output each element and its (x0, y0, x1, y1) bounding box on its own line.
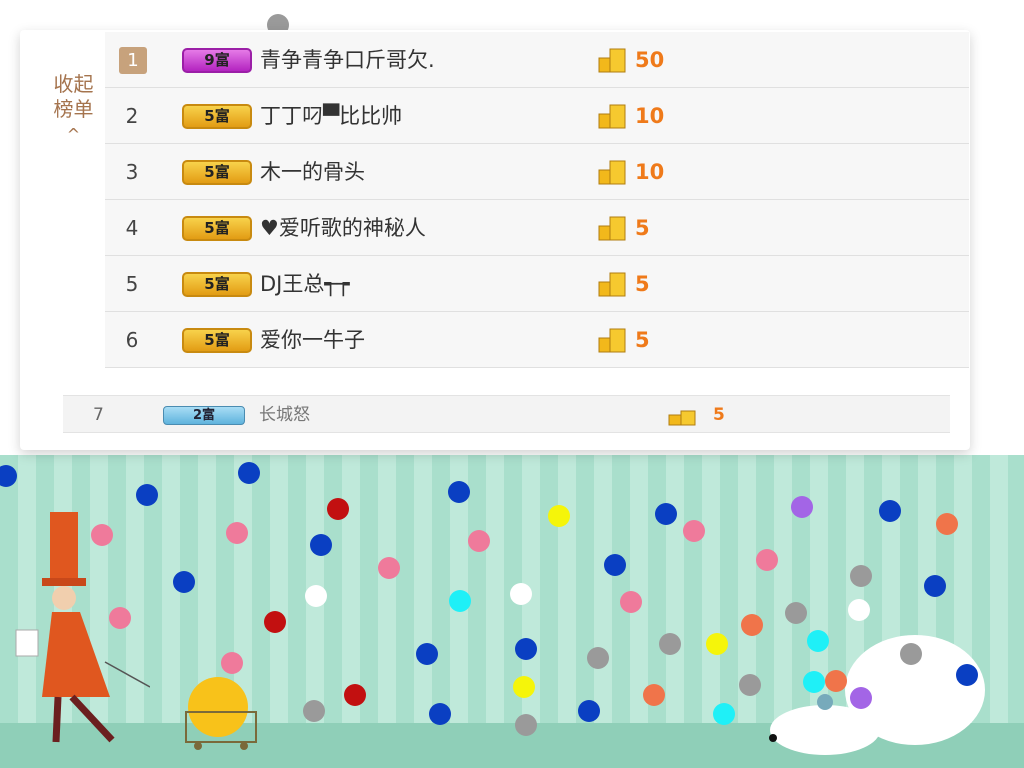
confetti-dot (221, 652, 243, 674)
confetti-dot (448, 481, 470, 503)
gift-amount: 10 (635, 104, 665, 128)
gift-amount: 5 (713, 405, 725, 425)
confetti-dot (659, 633, 681, 655)
collapse-leaderboard-button[interactable]: 收起 榜单 ^ (46, 72, 101, 147)
confetti-dot (515, 714, 537, 736)
confetti-dot (924, 575, 946, 597)
confetti-dot (807, 630, 829, 652)
table-row: 6 5富 爱你一牛子 5 (105, 312, 969, 368)
table-row: 3 5富 木一的骨头 10 (105, 144, 969, 200)
gift-amount: 5 (635, 216, 650, 240)
wealth-badge: 2富 (163, 406, 245, 425)
rank-number: 3 (125, 160, 139, 184)
confetti-dot (900, 643, 922, 665)
confetti-dot (264, 611, 286, 633)
chevron-up-icon: ^ (66, 125, 81, 144)
table-row: 7 2富 长城怒 5 (63, 395, 950, 433)
rank-number: 1 (119, 47, 147, 74)
confetti-dot (825, 670, 847, 692)
confetti-dot (655, 503, 677, 525)
rank-number: 2 (125, 104, 139, 128)
rank-number: 5 (125, 272, 139, 296)
collapse-label: 收起 榜单 (53, 72, 94, 121)
coin-stack-icon (598, 216, 626, 241)
confetti-dot (936, 513, 958, 535)
confetti-dot (956, 664, 978, 686)
confetti-dot (416, 643, 438, 665)
confetti-dot (173, 571, 195, 593)
wealth-badge: 5富 (182, 272, 252, 297)
confetti-dot (803, 671, 825, 693)
rank-number: 4 (125, 216, 139, 240)
user-name[interactable]: 长城怒 (259, 396, 310, 434)
wealth-badge: 5富 (182, 328, 252, 353)
coin-stack-icon (598, 48, 626, 73)
confetti-dot (706, 633, 728, 655)
confetti-dot (879, 500, 901, 522)
table-row: 5 5富 DJ王总┭┮ 5 (105, 256, 969, 312)
confetti-dot (683, 520, 705, 542)
confetti-dot (0, 465, 17, 487)
gift-amount: 5 (635, 272, 650, 296)
confetti-dot (739, 674, 761, 696)
confetti-dot (850, 687, 872, 709)
confetti-dot (604, 554, 626, 576)
coin-stack-icon (598, 272, 626, 297)
confetti-dot (378, 557, 400, 579)
confetti-dot (310, 534, 332, 556)
table-row: 2 5富 丁丁叼▀比比帅 10 (105, 88, 969, 144)
wealth-badge: 5富 (182, 160, 252, 185)
confetti-dot (305, 585, 327, 607)
confetti-dot (756, 549, 778, 571)
coin-stack-icon (598, 104, 626, 129)
confetti-dot (303, 700, 325, 722)
wealth-badge: 5富 (182, 104, 252, 129)
confetti-dot (429, 703, 451, 725)
confetti-dot (449, 590, 471, 612)
gift-amount: 5 (635, 328, 650, 352)
confetti-dot (109, 607, 131, 629)
confetti-dot (515, 638, 537, 660)
confetti-dot (226, 522, 248, 544)
confetti-dot (344, 684, 366, 706)
confetti-dot (741, 614, 763, 636)
coin-stack-icon (598, 160, 626, 185)
table-row: 1 9富 青争青争口斤哥欠. 50 (105, 32, 969, 88)
wealth-badge: 9富 (182, 48, 252, 73)
confetti-dot (327, 498, 349, 520)
confetti-dot (513, 676, 535, 698)
wealth-badge: 5富 (182, 216, 252, 241)
confetti-dot (510, 583, 532, 605)
confetti-dot (643, 684, 665, 706)
gift-amount: 50 (635, 48, 665, 72)
page: 收起 榜单 ^ 1 9富 青争青争口斤哥欠. 50 2 5富 丁丁叼▀比比帅 10 3 5富 木一的… (0, 0, 1024, 768)
confetti-dot (91, 524, 113, 546)
confetti-dot (136, 484, 158, 506)
confetti-dot (848, 599, 870, 621)
confetti-dot (713, 703, 735, 725)
confetti-dot (468, 530, 490, 552)
confetti-dot (578, 700, 600, 722)
coin-stack-icon (598, 328, 626, 353)
user-name[interactable]: 丁丁叼▀比比帅 (260, 88, 402, 144)
confetti-dot (785, 602, 807, 624)
user-name[interactable]: 爱你一牛子 (260, 312, 365, 368)
user-name[interactable]: 木一的骨头 (260, 144, 365, 200)
user-name[interactable]: 青争青争口斤哥欠. (260, 32, 435, 88)
table-row: 4 5富 ♥爱听歌的神秘人 5 (105, 200, 969, 256)
user-name[interactable]: DJ王总┭┮ (260, 256, 350, 312)
confetti-dot (238, 462, 260, 484)
coin-stack-icon (668, 410, 696, 426)
confetti-dot (587, 647, 609, 669)
confetti-dot (850, 565, 872, 587)
confetti-dot (548, 505, 570, 527)
confetti-dot (620, 591, 642, 613)
user-name[interactable]: ♥爱听歌的神秘人 (260, 200, 426, 256)
rank-number: 7 (93, 405, 104, 425)
confetti-dot (791, 496, 813, 518)
rank-number: 6 (125, 328, 139, 352)
gift-amount: 10 (635, 160, 665, 184)
